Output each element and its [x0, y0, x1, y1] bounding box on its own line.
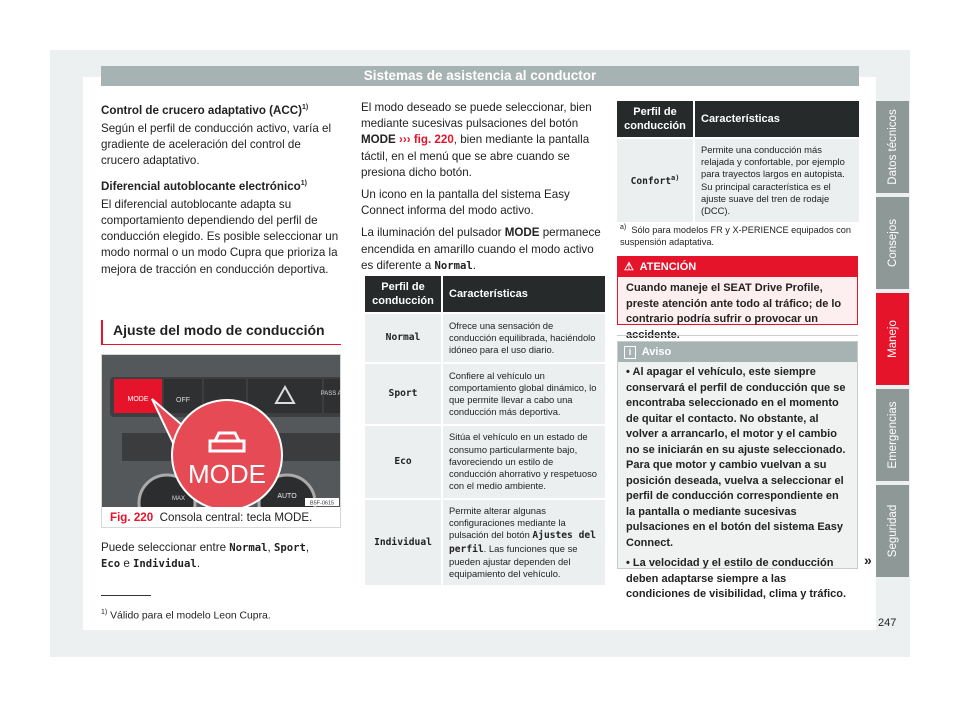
notice-item: • La velocidad y el estilo de conducción…: [626, 557, 847, 600]
table-row: Normal Ofrece una sensación de conducció…: [365, 314, 605, 362]
middle-column: El modo deseado se puede seleccionar, bi…: [361, 100, 606, 280]
warning-header: ⚠ ATENCIÓN: [618, 257, 857, 277]
continue-mark: »: [864, 552, 872, 568]
confort-table: Perfil de conducción Características Con…: [615, 99, 861, 224]
header-profile: Perfil de conducción: [617, 101, 693, 137]
warning-triangle-icon: ⚠: [624, 261, 634, 273]
divider: [617, 335, 858, 336]
tab-seguridad[interactable]: Seguridad: [876, 485, 909, 577]
diff-text: El diferencial autoblocante adapta su co…: [101, 197, 339, 276]
photo-label-mode: MODE: [128, 396, 149, 403]
header-profile: Perfil de conducción: [365, 276, 441, 312]
page-footnote: 1) Válido para el modelo Leon Cupra.: [101, 609, 271, 622]
table-header-row: Perfil de conducción Características: [365, 276, 605, 312]
figure-220: MODE OFF PASS AI MAX AUTO MODE B5F-0615: [101, 354, 341, 528]
acc-text: Según el perfil de conducción activo, va…: [101, 122, 332, 168]
notice-header: i Aviso: [618, 342, 857, 362]
section-title: Ajuste del modo de conducción: [101, 320, 341, 345]
mode-select-paragraph: El modo deseado se puede seleccionar, bi…: [361, 101, 592, 179]
footnote-rule: [101, 595, 151, 596]
table-row: Individual Permite alterar algunas confi…: [365, 500, 605, 586]
fig-220-link[interactable]: ››› fig. 220: [399, 133, 454, 146]
photo-label-off: OFF: [176, 397, 190, 404]
diff-heading: Diferencial autoblocante electrónico1): [101, 179, 307, 193]
figure-code: B5F-0615: [310, 501, 334, 507]
console-illustration: MODE OFF PASS AI MAX AUTO MODE B5F-0615: [102, 355, 340, 507]
illumination-paragraph: La iluminación del pulsador MODE permane…: [361, 226, 601, 272]
table-row: Eco Sitúa el vehículo en un estado de co…: [365, 426, 605, 498]
figure-caption: Fig. 220 Consola central: tecla MODE.: [110, 511, 313, 524]
acc-heading: Control de crucero adaptativo (ACC)1): [101, 103, 309, 117]
info-icon: i: [624, 346, 636, 359]
tab-consejos[interactable]: Consejos: [876, 197, 909, 289]
page-number: 247: [878, 617, 897, 629]
notice-item: • Al apagar el vehículo, este siempre co…: [626, 366, 846, 549]
mode-callout: [171, 399, 283, 507]
tab-manejo[interactable]: Manejo: [876, 293, 909, 385]
chapter-tabs: Datos técnicos Consejos Manejo Emergenci…: [876, 101, 909, 581]
table-row: Conforta) Permite una conducción más rel…: [617, 139, 859, 223]
warning-box: ⚠ ATENCIÓN Cuando maneje el SEAT Drive P…: [617, 256, 858, 341]
notice-box: i Aviso • Al apagar el vehículo, este si…: [617, 341, 858, 600]
mode-selection-text: Puede seleccionar entre Normal, Sport, E…: [101, 541, 310, 571]
page-header: Sistemas de asistencia al conductor: [101, 66, 859, 86]
table-header-row: Perfil de conducción Características: [617, 101, 859, 137]
warning-text: Cuando maneje el SEAT Drive Profile, pre…: [626, 282, 842, 341]
profiles-table: Perfil de conducción Características Nor…: [363, 274, 607, 587]
tab-datos-tecnicos[interactable]: Datos técnicos: [876, 101, 909, 193]
photo-label-max: MAX: [172, 496, 185, 502]
left-column: Control de crucero adaptativo (ACC)1) Se…: [101, 100, 341, 284]
photo-label-pass: PASS AI: [321, 391, 340, 397]
console-photo: MODE OFF PASS AI MAX AUTO MODE B5F-0615: [102, 355, 340, 507]
tab-emergencias[interactable]: Emergencias: [876, 389, 909, 481]
table-footnote: a) Sólo para modelos FR y X-PERIENCE equ…: [620, 224, 851, 248]
header-characteristics: Características: [695, 101, 859, 137]
photo-label-auto: AUTO: [277, 493, 297, 500]
callout-mode-text: MODE: [188, 459, 266, 489]
table-row: Sport Confiere al vehículo un comportami…: [365, 364, 605, 424]
easy-connect-paragraph: Un icono en la pantalla del sistema Easy…: [361, 188, 570, 218]
header-characteristics: Características: [443, 276, 605, 312]
